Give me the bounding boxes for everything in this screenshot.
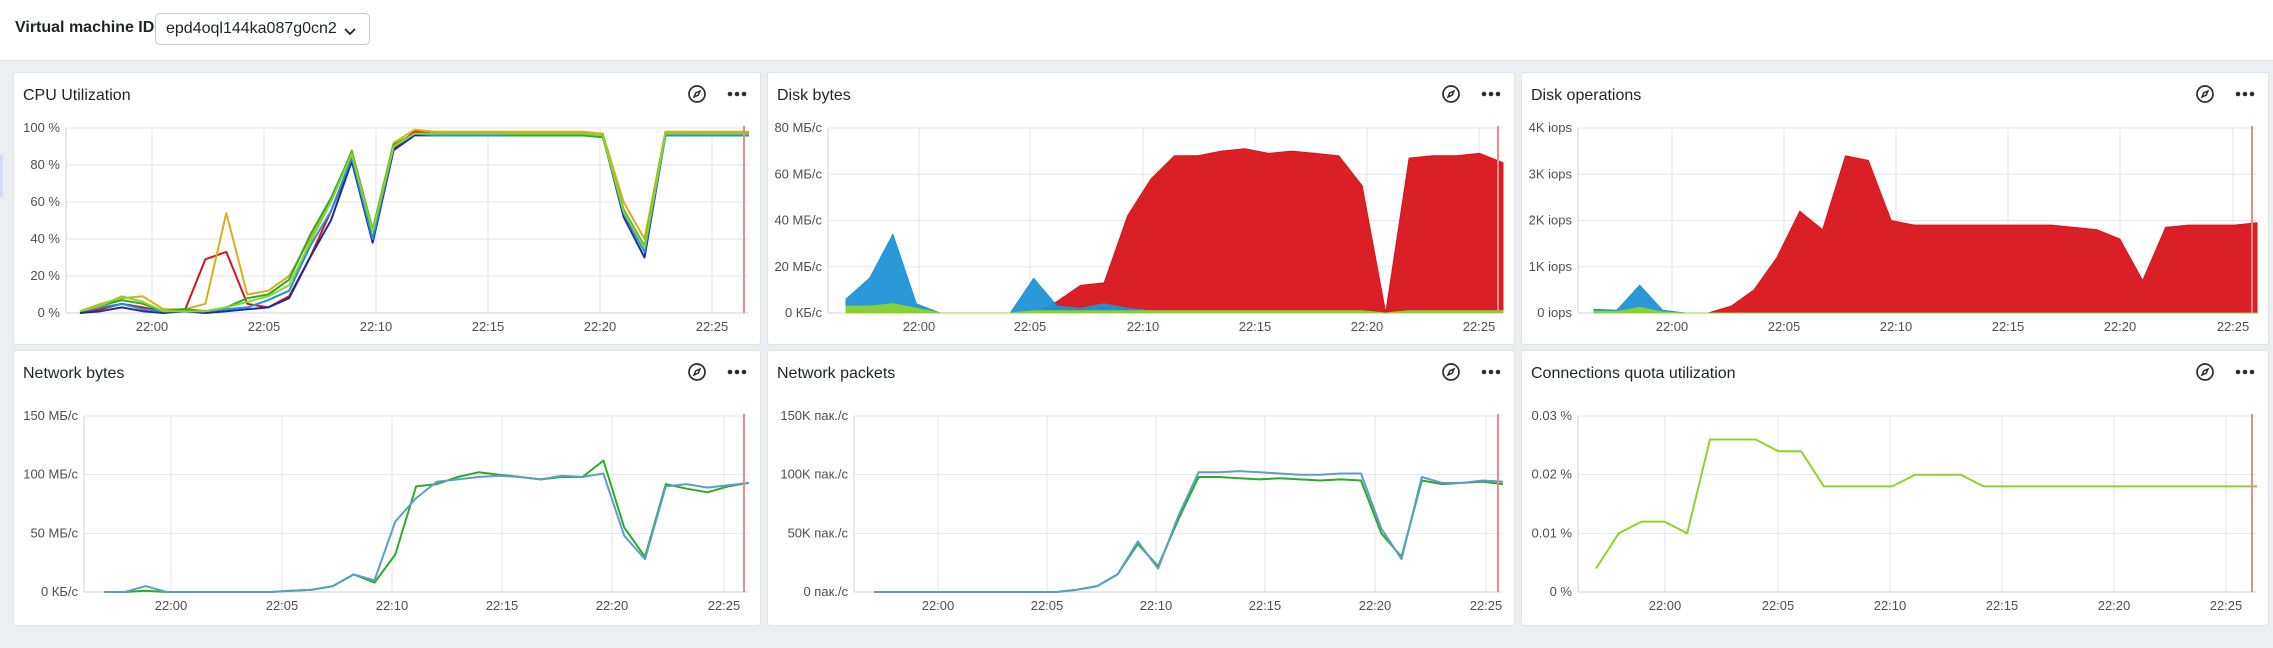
- x-tick-label: 22:15: [486, 598, 519, 613]
- y-tick-label: 0 %: [38, 305, 61, 320]
- y-tick-label: 150K пак./с: [780, 408, 848, 423]
- sidebar-edge-marker: [0, 155, 3, 197]
- chart-cpu[interactable]: 0 % 20 % 40 % 60 % 80 % 100 % 22:00 22:05 22:10 2…: [14, 73, 760, 344]
- chart-net-bytes[interactable]: 0 КБ/с 50 МБ/с 100 МБ/с 150 МБ/с 22:00 22:05 2…: [14, 351, 760, 625]
- vm-id-select[interactable]: epd4oql144ka087g0cn2: [155, 13, 370, 45]
- y-tick-label: 80 %: [30, 157, 60, 172]
- y-tick-label: 0 пак./с: [803, 584, 848, 599]
- x-tick-label: 22:05: [266, 598, 299, 613]
- x-tick-label: 22:00: [1656, 319, 1689, 334]
- panel-net-packets: Network packets 0 пак./с 50K пак./с 100K па…: [767, 350, 1515, 626]
- chevron-down-icon: [343, 24, 357, 42]
- y-tick-label: 0.02 %: [1532, 467, 1573, 482]
- x-tick-label: 22:15: [1239, 319, 1272, 334]
- x-tick-label: 22:15: [472, 319, 505, 334]
- y-tick-label: 60 МБ/с: [774, 166, 822, 181]
- x-tick-label: 22:15: [1986, 598, 2019, 613]
- y-tick-label: 3K iops: [1529, 166, 1573, 181]
- panel-net-bytes: Network bytes 0 КБ/с 50 МБ/с 100 МБ/с 150 МБ…: [13, 350, 761, 626]
- x-tick-label: 22:00: [155, 598, 188, 613]
- series-area: [1594, 155, 2258, 314]
- x-tick-label: 22:10: [360, 319, 393, 334]
- x-tick-label: 22:00: [1649, 598, 1682, 613]
- y-tick-label: 0 КБ/с: [41, 584, 79, 599]
- x-tick-label: 22:10: [1140, 598, 1173, 613]
- x-tick-label: 22:20: [2098, 598, 2131, 613]
- y-tick-label: 0 %: [1550, 584, 1573, 599]
- x-tick-label: 22:10: [1874, 598, 1907, 613]
- y-tick-label: 4K iops: [1529, 120, 1573, 135]
- chart-conn-quota[interactable]: 0 % 0.01 % 0.02 % 0.03 % 22:00 22:05 22:10 22:1…: [1522, 351, 2268, 625]
- x-tick-label: 22:25: [1463, 319, 1496, 334]
- y-tick-label: 150 МБ/с: [23, 408, 78, 423]
- x-tick-label: 22:20: [1359, 598, 1392, 613]
- x-tick-label: 22:00: [903, 319, 936, 334]
- x-tick-label: 22:25: [708, 598, 741, 613]
- x-tick-label: 22:10: [376, 598, 409, 613]
- series-line: [104, 459, 750, 593]
- y-tick-label: 50K пак./с: [788, 525, 849, 540]
- chart-disk-bytes[interactable]: 0 КБ/с 20 МБ/с 40 МБ/с 60 МБ/с 80 МБ/с 22:00 2…: [768, 73, 1514, 344]
- x-tick-label: 22:25: [2217, 319, 2250, 334]
- x-tick-label: 22:20: [596, 598, 629, 613]
- panel-conn-quota: Connections quota utilization 0 % 0.01 % 0.…: [1521, 350, 2269, 626]
- x-tick-label: 22:20: [584, 319, 617, 334]
- panel-cpu: CPU Utilization 0 % 20 % 40 % 60 % 80 % 100 % 2…: [13, 72, 761, 345]
- x-tick-label: 22:05: [1031, 598, 1064, 613]
- series-area: [846, 148, 1504, 314]
- x-tick-label: 22:10: [1127, 319, 1160, 334]
- series-line: [104, 472, 750, 593]
- panel-disk-bytes: Disk bytes 0 КБ/с 20 МБ/с 40 МБ/с 60 МБ/с 80 …: [767, 72, 1515, 345]
- y-tick-label: 50 МБ/с: [30, 525, 78, 540]
- x-tick-label: 22:10: [1880, 319, 1913, 334]
- y-tick-label: 100 %: [23, 120, 60, 135]
- x-tick-label: 22:00: [136, 319, 169, 334]
- x-tick-label: 22:15: [1992, 319, 2025, 334]
- y-tick-label: 100 МБ/с: [23, 467, 78, 482]
- series-line: [79, 132, 749, 313]
- chart-disk-ops[interactable]: 0 iops 1K iops 2K iops 3K iops 4K iops 22:00 2…: [1522, 73, 2268, 344]
- vm-id-label: Virtual machine ID: [15, 19, 155, 36]
- x-tick-label: 22:05: [1768, 319, 1801, 334]
- x-tick-label: 22:25: [1470, 598, 1503, 613]
- y-tick-label: 80 МБ/с: [774, 120, 822, 135]
- y-tick-label: 20 %: [30, 268, 60, 283]
- y-tick-label: 0 iops: [1537, 305, 1572, 320]
- x-tick-label: 22:20: [1351, 319, 1384, 334]
- top-bar: Virtual machine ID epd4oql144ka087g0cn2: [0, 0, 2273, 61]
- y-tick-label: 0 КБ/с: [785, 305, 823, 320]
- vm-id-value: epd4oql144ka087g0cn2: [166, 20, 337, 37]
- x-tick-label: 22:05: [1014, 319, 1047, 334]
- y-tick-label: 0.03 %: [1532, 408, 1573, 423]
- chart-net-packets[interactable]: 0 пак./с 50K пак./с 100K пак./с 150K пак./с…: [768, 351, 1514, 625]
- y-tick-label: 0.01 %: [1532, 525, 1573, 540]
- y-tick-label: 20 МБ/с: [774, 259, 822, 274]
- x-tick-label: 22:25: [2210, 598, 2243, 613]
- panel-disk-ops: Disk operations 0 iops 1K iops 2K iops 3K io…: [1521, 72, 2269, 345]
- y-tick-label: 100K пак./с: [780, 467, 848, 482]
- x-tick-label: 22:00: [922, 598, 955, 613]
- y-tick-label: 60 %: [30, 194, 60, 209]
- y-tick-label: 40 МБ/с: [774, 213, 822, 228]
- x-tick-label: 22:15: [1249, 598, 1282, 613]
- x-tick-label: 22:25: [696, 319, 729, 334]
- y-tick-label: 1K iops: [1529, 259, 1573, 274]
- x-tick-label: 22:05: [1762, 598, 1795, 613]
- x-tick-label: 22:05: [248, 319, 281, 334]
- y-tick-label: 2K iops: [1529, 213, 1573, 228]
- series-line: [1595, 438, 2257, 570]
- y-tick-label: 40 %: [30, 231, 60, 246]
- series-line: [874, 470, 1504, 593]
- x-tick-label: 22:20: [2104, 319, 2137, 334]
